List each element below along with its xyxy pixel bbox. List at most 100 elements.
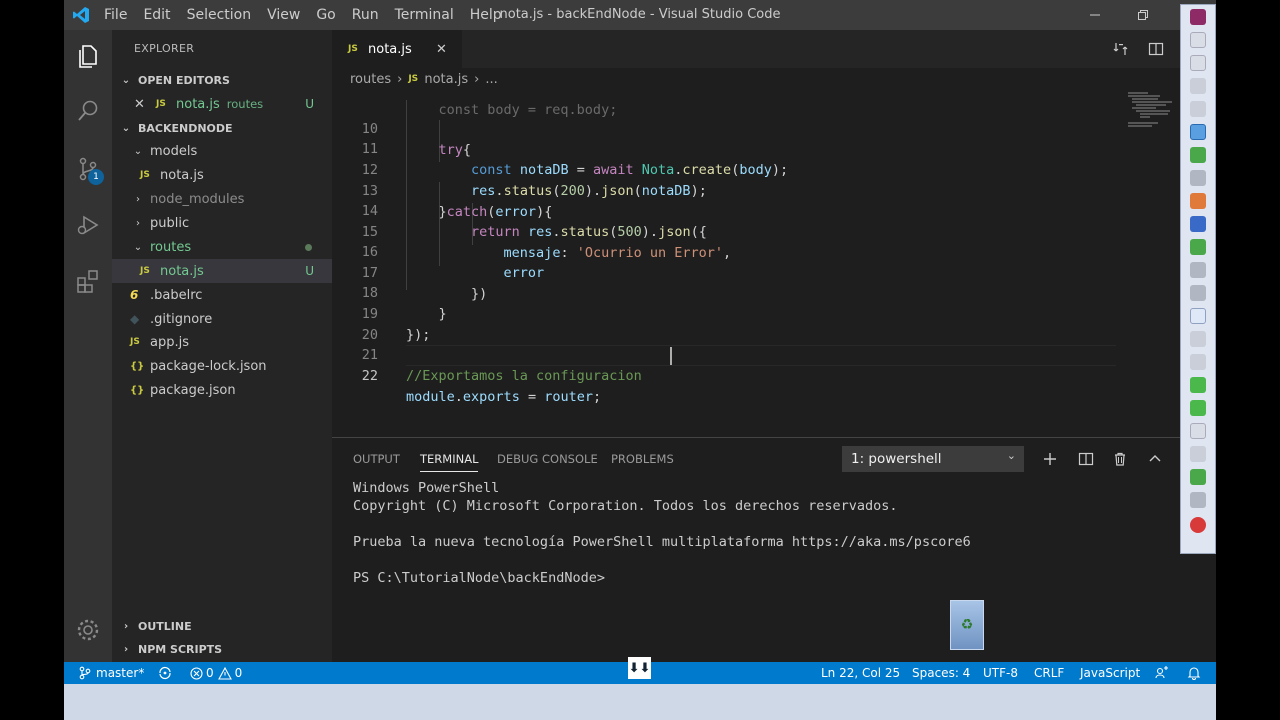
minimap-line	[1128, 125, 1152, 127]
js-file-icon: JS	[140, 170, 150, 180]
toolbar-print-icon[interactable]	[1190, 354, 1206, 370]
line-ending[interactable]: CRLF	[1034, 662, 1064, 684]
menu-edit[interactable]: Edit	[135, 0, 178, 30]
restore-button[interactable]	[1120, 0, 1166, 30]
indentation[interactable]: Spaces: 4	[912, 662, 970, 684]
settings-gear-icon[interactable]	[64, 606, 112, 654]
notifications-button[interactable]	[1187, 662, 1201, 684]
toolbar-pointer-icon[interactable]	[1190, 101, 1206, 117]
tree-file-models-nota[interactable]: JS nota.js	[112, 163, 332, 187]
close-icon[interactable]: ✕	[134, 97, 150, 112]
menu-go[interactable]: Go	[308, 0, 343, 30]
tab-debug-console[interactable]: DEBUG CONSOLE	[497, 438, 598, 480]
run-debug-icon[interactable]	[64, 201, 112, 249]
code-line: 19 });	[332, 283, 1122, 343]
open-editors-header[interactable]: ⌄ OPEN EDITORS	[112, 69, 332, 91]
menu-selection[interactable]: Selection	[179, 0, 260, 30]
toolbar-table-icon[interactable]	[1190, 423, 1206, 439]
open-editor-filename: nota.js	[176, 96, 220, 112]
toolbar-eraser-icon[interactable]	[1190, 492, 1206, 508]
tree-file-app[interactable]: JS app.js	[112, 330, 332, 354]
toolbar-shapes-icon[interactable]	[1190, 239, 1206, 255]
toolbar-active-tool-icon[interactable]	[1190, 124, 1206, 140]
open-editor-folder: routes	[226, 97, 264, 111]
toolbar-hand-icon[interactable]	[1190, 78, 1206, 94]
split-editor-button[interactable]	[1145, 38, 1167, 60]
tree-folder-models[interactable]: ⌄ models	[112, 139, 332, 163]
tree-folder-node-modules[interactable]: › node_modules	[112, 187, 332, 211]
open-changes-button[interactable]	[1110, 38, 1132, 60]
toolbar-exit-icon[interactable]	[1190, 517, 1206, 533]
tab-close-button[interactable]: ✕	[436, 30, 447, 68]
kill-terminal-button[interactable]	[1109, 448, 1131, 470]
project-label: BACKENDNODE	[138, 121, 233, 135]
toolbar-pen-icon[interactable]	[1190, 147, 1206, 163]
explorer-icon[interactable]	[64, 32, 112, 80]
tab-output[interactable]: OUTPUT	[353, 438, 400, 480]
breadcrumb-file[interactable]: nota.js	[424, 72, 468, 87]
breadcrumb-folder[interactable]: routes	[350, 72, 391, 87]
json-file-icon: {}	[130, 360, 145, 372]
tree-file-routes-nota[interactable]: JS nota.js U	[112, 259, 332, 283]
toolbar-fill-icon[interactable]	[1190, 193, 1206, 209]
branch-indicator[interactable]: master*	[78, 662, 144, 684]
source-control-icon[interactable]: 1	[64, 145, 112, 193]
tree-file-package[interactable]: {} package.json	[112, 378, 332, 402]
tree-file-package-lock[interactable]: {} package-lock.json	[112, 354, 332, 378]
toolbar-tool-icon[interactable]	[1190, 55, 1206, 71]
menu-file[interactable]: File	[96, 0, 135, 30]
js-file-icon: JS	[130, 337, 140, 347]
minimize-button[interactable]	[1072, 0, 1118, 30]
npm-scripts-header[interactable]: › NPM SCRIPTS	[112, 638, 332, 660]
tab-terminal[interactable]: TERMINAL	[420, 438, 479, 480]
toolbar-tool-icon[interactable]	[1190, 32, 1206, 48]
toolbar-clear-icon[interactable]	[1190, 285, 1206, 301]
project-header[interactable]: ⌄ BACKENDNODE	[112, 117, 332, 139]
toolbar-page-icon[interactable]	[1190, 308, 1206, 324]
toolbar-forward-icon[interactable]	[1190, 400, 1206, 416]
minimap[interactable]	[1122, 90, 1180, 436]
encoding[interactable]: UTF-8	[983, 662, 1018, 684]
tree-file-gitignore[interactable]: ◆ .gitignore	[112, 307, 332, 331]
sync-button[interactable]	[158, 662, 172, 684]
tab-problems[interactable]: PROBLEMS	[611, 438, 674, 480]
toolbar-back-icon[interactable]	[1190, 377, 1206, 393]
breadcrumb-symbol[interactable]: ...	[485, 72, 497, 87]
code-editor[interactable]: const body = req.body; 10 try{ 11 const …	[332, 90, 1180, 436]
minimap-line	[1136, 110, 1170, 112]
toolbar-export-icon[interactable]	[1190, 469, 1206, 485]
chevron-right-icon: ›	[474, 71, 480, 87]
explorer-title: EXPLORER	[134, 42, 195, 55]
tree-label: public	[150, 215, 190, 231]
menu-help[interactable]: Help	[462, 0, 510, 30]
tree-folder-routes[interactable]: ⌄ routes	[112, 235, 332, 259]
problems-indicator[interactable]: 0 0	[190, 662, 242, 684]
tree-file-babelrc[interactable]: 6 .babelrc	[112, 283, 332, 307]
open-editors-label: OPEN EDITORS	[138, 73, 230, 87]
split-terminal-button[interactable]	[1075, 448, 1097, 470]
open-editor-item[interactable]: ✕ JS nota.js routes U	[112, 92, 332, 116]
breadcrumb: routes › JS nota.js › ...	[332, 68, 1180, 90]
terminal-select[interactable]: 1: powershell ⌄	[842, 446, 1024, 472]
maximize-panel-button[interactable]	[1144, 448, 1166, 470]
drag-handle-icon[interactable]: ⬇⬇	[628, 657, 651, 679]
cursor-position[interactable]: Ln 22, Col 25	[821, 662, 900, 684]
language-mode[interactable]: JavaScript	[1080, 662, 1140, 684]
outline-header[interactable]: › OUTLINE	[112, 615, 332, 637]
feedback-button[interactable]	[1155, 662, 1169, 684]
search-icon[interactable]	[64, 87, 112, 135]
tree-folder-public[interactable]: › public	[112, 211, 332, 235]
toolbar-save-icon[interactable]	[1190, 446, 1206, 462]
toolbar-tag-icon[interactable]	[1190, 170, 1206, 186]
toolbar-undo-icon[interactable]	[1190, 262, 1206, 278]
recycle-bin-icon[interactable]: ♻	[950, 600, 984, 650]
extensions-icon[interactable]	[64, 257, 112, 305]
toolbar-stamp-icon[interactable]	[1190, 216, 1206, 232]
menu-view[interactable]: View	[259, 0, 308, 30]
menu-terminal[interactable]: Terminal	[387, 0, 462, 30]
toolbar-close-icon[interactable]	[1190, 9, 1206, 25]
menu-run[interactable]: Run	[344, 0, 387, 30]
terminal-select-value: 1: powershell	[851, 451, 942, 467]
toolbar-copy-icon[interactable]	[1190, 331, 1206, 347]
new-terminal-button[interactable]	[1039, 448, 1061, 470]
